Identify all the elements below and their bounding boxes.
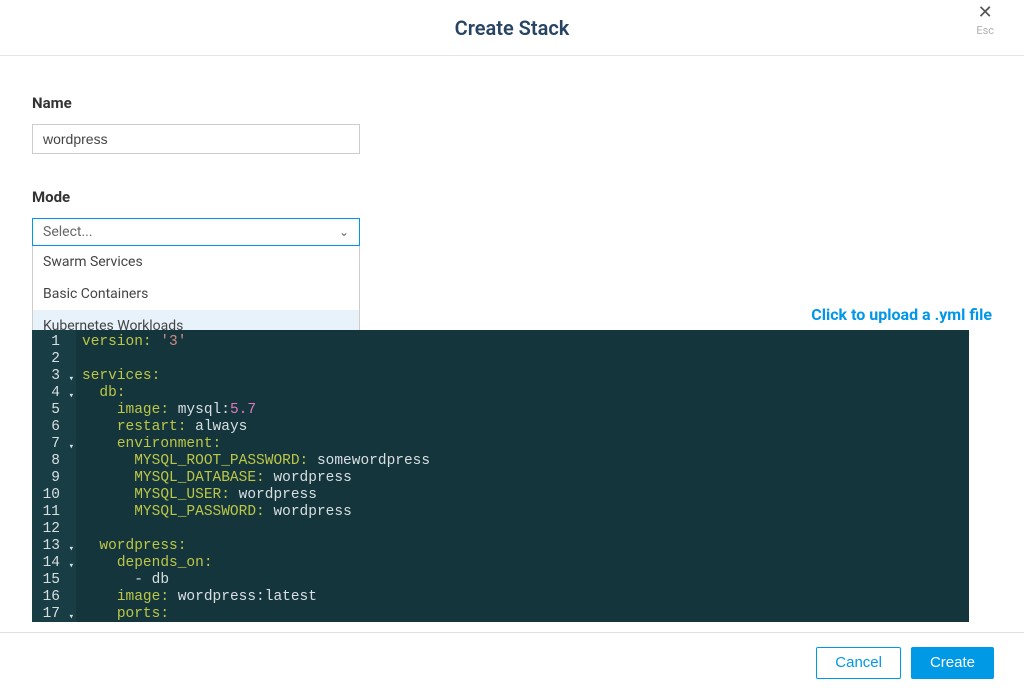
mode-option[interactable]: Swarm Services <box>33 246 359 278</box>
create-button[interactable]: Create <box>911 647 994 679</box>
close-button[interactable]: ✕ Esc <box>976 6 994 37</box>
name-input[interactable] <box>32 124 360 154</box>
modal-header: Create Stack ✕ Esc <box>0 0 1024 56</box>
modal-title: Create Stack <box>455 16 570 40</box>
close-icon: ✕ <box>978 6 993 20</box>
mode-label: Mode <box>32 188 992 206</box>
yaml-editor[interactable]: 1234567891011121314151617 version: '3' s… <box>32 330 969 622</box>
editor-code: version: '3' services: db: image: mysql:… <box>76 330 430 622</box>
cancel-button[interactable]: Cancel <box>816 647 901 679</box>
chevron-down-icon: ⌄ <box>339 225 349 239</box>
editor-gutter: 1234567891011121314151617 <box>32 330 76 622</box>
upload-yml-link[interactable]: Click to upload a .yml file <box>811 305 992 324</box>
name-field-group: Name <box>32 94 992 154</box>
modal-body: Name Mode Select... ⌄ Swarm ServicesBasi… <box>0 56 1024 632</box>
mode-select[interactable]: Select... ⌄ <box>32 218 360 246</box>
mode-dropdown: Swarm ServicesBasic ContainersKubernetes… <box>32 246 360 343</box>
mode-placeholder: Select... <box>43 224 93 240</box>
name-label: Name <box>32 94 992 112</box>
modal-footer: Cancel Create <box>0 632 1024 692</box>
esc-hint-label: Esc <box>976 24 994 37</box>
